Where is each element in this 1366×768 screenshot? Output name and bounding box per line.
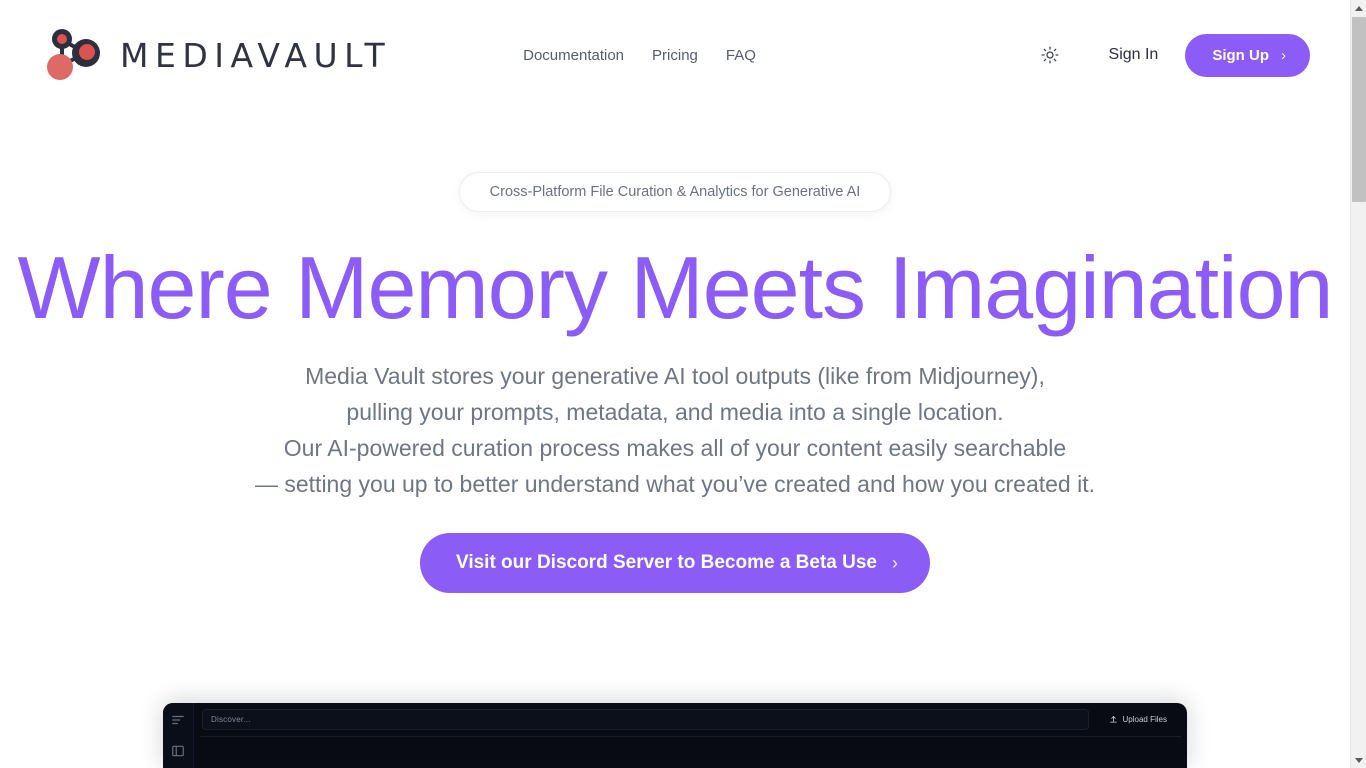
scroll-down-arrow-icon [1355, 757, 1363, 763]
nav-link-faq[interactable]: FAQ [726, 47, 756, 64]
panel-layout-icon[interactable] [171, 744, 185, 758]
scroll-up-arrow-icon [1355, 5, 1363, 11]
scrollbar-thumb[interactable] [1352, 17, 1366, 202]
hero-subtitle-line: Media Vault stores your generative AI to… [305, 363, 1045, 390]
hero-section: Cross-Platform File Curation & Analytics… [0, 110, 1350, 594]
page-title: Where Memory Meets Imagination [17, 238, 1334, 337]
app-divider [200, 736, 1181, 737]
page-viewport: MEDIAVAULT Documentation Pricing FAQ Sig… [0, 0, 1350, 768]
hero-cta-container: Visit our Discord Server to Become a Bet… [0, 533, 1350, 594]
app-preview-panel: Discover... Upload Files [163, 703, 1187, 768]
hero-subtitle-line: pulling your prompts, metadata, and medi… [346, 399, 1004, 426]
nav-link-documentation[interactable]: Documentation [523, 47, 624, 64]
app-sidebar-rail [163, 703, 194, 768]
upload-files-button[interactable]: Upload Files [1099, 709, 1177, 730]
upload-icon [1109, 716, 1117, 723]
scroll-down-button[interactable] [1351, 752, 1366, 768]
primary-nav: Documentation Pricing FAQ [523, 47, 756, 64]
hero-badge: Cross-Platform File Curation & Analytics… [458, 172, 892, 212]
sign-up-button[interactable]: Sign Up › [1185, 33, 1310, 77]
sun-icon [1041, 46, 1059, 64]
hero-subtitle-line: Our AI-powered curation process makes al… [283, 435, 1067, 462]
upload-files-label: Upload Files [1122, 715, 1167, 724]
discover-search-input[interactable]: Discover... [202, 709, 1089, 730]
sign-up-label: Sign Up [1212, 46, 1269, 64]
hero-subtitle-line: — setting you up to better understand wh… [254, 471, 1096, 498]
molecule-node-graph-icon [47, 29, 100, 80]
app-preview-body: Discover... Upload Files [194, 703, 1187, 768]
brand-wordmark: MEDIAVAULT [120, 35, 392, 75]
app-topbar: Discover... Upload Files [194, 703, 1187, 736]
site-header: MEDIAVAULT Documentation Pricing FAQ Sig… [0, 0, 1350, 110]
search-placeholder: Discover... [211, 715, 251, 724]
chevron-right-icon: › [891, 552, 898, 573]
discord-beta-cta-button[interactable]: Visit our Discord Server to Become a Bet… [420, 533, 930, 594]
theme-toggle-button[interactable] [1033, 38, 1067, 72]
page-scrollbar[interactable] [1350, 0, 1366, 768]
nav-link-pricing[interactable]: Pricing [652, 47, 698, 64]
header-actions: Sign In Sign Up › [1033, 0, 1310, 110]
sign-in-link[interactable]: Sign In [1109, 46, 1159, 64]
brand-logo[interactable]: MEDIAVAULT [40, 24, 391, 86]
chevron-right-icon: › [1281, 46, 1286, 64]
hero-subtitle: Media Vault stores your generative AI to… [0, 358, 1350, 502]
scroll-up-button[interactable] [1351, 0, 1366, 16]
cta-label: Visit our Discord Server to Become a Bet… [456, 552, 877, 574]
filter-sliders-icon[interactable] [171, 713, 185, 727]
